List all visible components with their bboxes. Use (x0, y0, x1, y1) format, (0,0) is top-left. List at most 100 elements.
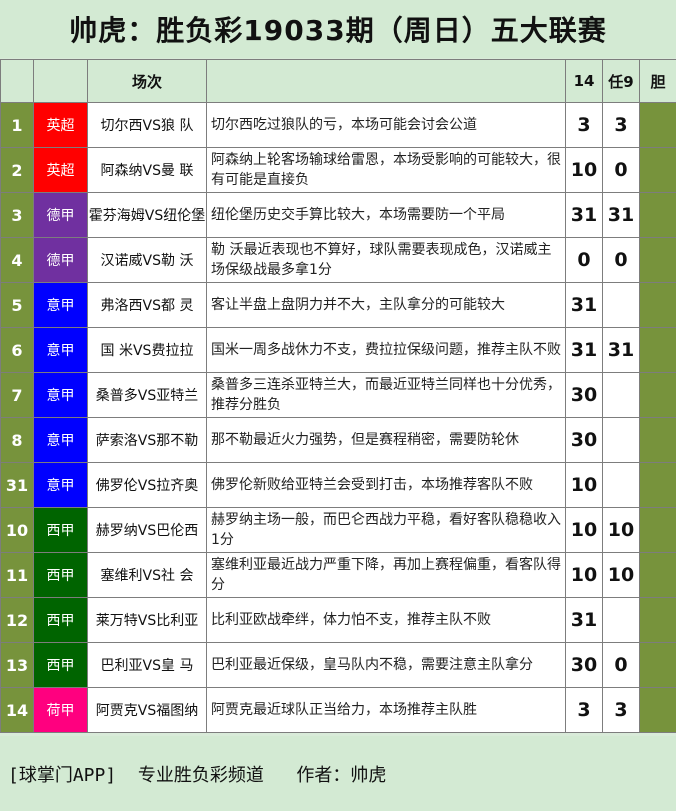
header-comment (206, 59, 566, 103)
pick-r9 (602, 372, 640, 418)
row-number: 12 (0, 597, 34, 643)
match-name: 塞维利VS社 会 (87, 552, 207, 598)
prediction-table: 场次 14 任9 胆 1 英超 切尔西VS狼 队切尔西吃过狼队的亏，本场可能会讨会公… (0, 59, 676, 733)
league-badge: 意甲 (33, 282, 88, 328)
row-number: 13 (0, 642, 34, 688)
table-row: 6 意甲国 米VS费拉拉 国米一周多战休力不支，费拉拉保级问题，推荐主队不败 31 31 (0, 327, 676, 373)
pick-14: 31 (565, 597, 603, 643)
pick-dan (639, 507, 676, 553)
match-comment: 那不勒最近火力强势，但是赛程稍密，需要防轮休 (206, 417, 566, 463)
pick-14: 30 (565, 642, 603, 688)
match-comment: 国米一周多战休力不支，费拉拉保级问题，推荐主队不败 (206, 327, 566, 373)
table-row: 3 德甲 霍芬海姆VS纽伦堡 纽伦堡历史交手算比较大，本场需要防一个平局 31 31 (0, 192, 676, 238)
pick-r9 (602, 417, 640, 463)
header-14: 14 (565, 59, 603, 103)
match-comment: 塞维利亚最近战力严重下降，再加上赛程偏重，看客队得分 (206, 552, 566, 598)
match-name: 巴利亚VS皇 马 (87, 642, 207, 688)
table-row: 7 意甲 桑普多VS亚特兰 桑普多三连杀亚特兰大，而最近亚特兰同样也十分优秀，推荐分胜… (0, 372, 676, 418)
match-name: 赫罗纳VS巴伦西 (87, 507, 207, 553)
match-comment: 客让半盘上盘阴力并不大，主队拿分的可能较大 (206, 282, 566, 328)
match-name: 霍芬海姆VS纽伦堡 (87, 192, 207, 238)
match-comment: 巴利亚最近保级，皇马队内不稳，需要注意主队拿分 (206, 642, 566, 688)
row-number: 3 (0, 192, 34, 238)
pick-r9: 31 (602, 192, 640, 238)
pick-r9: 3 (602, 687, 640, 733)
row-number: 6 (0, 327, 34, 373)
league-badge: 西甲 (33, 552, 88, 598)
row-number: 10 (0, 507, 34, 553)
pick-14: 0 (565, 237, 603, 283)
row-number: 14 (0, 687, 34, 733)
pick-14: 10 (565, 462, 603, 508)
league-badge: 英超 (33, 147, 88, 193)
match-comment: 桑普多三连杀亚特兰大，而最近亚特兰同样也十分优秀，推荐分胜负 (206, 372, 566, 418)
table-row: 13 西甲 巴利亚VS皇 马巴利亚最近保级，皇马队内不稳，需要注意主队拿分 30 0 (0, 642, 676, 688)
page-title: 帅虎：胜负彩19033期（周日）五大联赛 (0, 0, 676, 58)
pick-r9: 0 (602, 147, 640, 193)
header-num (0, 59, 34, 103)
header-match: 场次 (87, 59, 207, 103)
match-name: 汉诺威VS勒 沃 (87, 237, 207, 283)
pick-14: 3 (565, 687, 603, 733)
match-comment: 阿贾克最近球队正当给力，本场推荐主队胜 (206, 687, 566, 733)
header-dan: 胆 (639, 59, 676, 103)
pick-dan (639, 102, 676, 148)
table-row: 12 西甲 莱万特VS比利亚 比利亚欧战牵绊，体力怕不支，推荐主队不败 31 (0, 597, 676, 643)
match-comment: 阿森纳上轮客场输球给雷恩，本场受影响的可能较大，很有可能是直接负 (206, 147, 566, 193)
table-row: 14 荷甲 阿贾克VS福图纳 阿贾克最近球队正当给力，本场推荐主队胜 3 3 (0, 687, 676, 733)
table-row: 10 西甲 赫罗纳VS巴伦西 赫罗纳主场一般，而巴仑西战力平稳，看好客队稳稳收入1分 1… (0, 507, 676, 553)
row-number: 4 (0, 237, 34, 283)
pick-14: 31 (565, 327, 603, 373)
table-row: 8 意甲 萨索洛VS那不勒 那不勒最近火力强势，但是赛程稍密，需要防轮休 30 (0, 417, 676, 463)
pick-dan (639, 597, 676, 643)
match-name: 萨索洛VS那不勒 (87, 417, 207, 463)
table-row: 1 英超 切尔西VS狼 队切尔西吃过狼队的亏，本场可能会讨会公道 3 3 (0, 102, 676, 148)
pick-14: 10 (565, 507, 603, 553)
pick-r9: 10 (602, 552, 640, 598)
match-comment: 佛罗伦新败给亚特兰会受到打击，本场推荐客队不败 (206, 462, 566, 508)
league-badge: 德甲 (33, 192, 88, 238)
pick-14: 31 (565, 282, 603, 328)
league-badge: 荷甲 (33, 687, 88, 733)
pick-14: 31 (565, 192, 603, 238)
pick-14: 30 (565, 372, 603, 418)
pick-dan (639, 147, 676, 193)
header-row: 场次 14 任9 胆 (0, 59, 676, 103)
pick-14: 30 (565, 417, 603, 463)
pick-r9: 10 (602, 507, 640, 553)
pick-dan (639, 417, 676, 463)
table-row: 5 意甲 弗洛西VS都 灵客让半盘上盘阴力并不大，主队拿分的可能较大 31 (0, 282, 676, 328)
match-comment: 比利亚欧战牵绊，体力怕不支，推荐主队不败 (206, 597, 566, 643)
row-number: 1 (0, 102, 34, 148)
row-number: 31 (0, 462, 34, 508)
pick-dan (639, 192, 676, 238)
pick-r9 (602, 282, 640, 328)
pick-r9: 3 (602, 102, 640, 148)
pick-dan (639, 372, 676, 418)
row-number: 11 (0, 552, 34, 598)
row-number: 2 (0, 147, 34, 193)
match-name: 国 米VS费拉拉 (87, 327, 207, 373)
pick-dan (639, 642, 676, 688)
match-comment: 切尔西吃过狼队的亏，本场可能会讨会公道 (206, 102, 566, 148)
table-row: 2 英超 阿森纳VS曼 联阿森纳上轮客场输球给雷恩，本场受影响的可能较大，很有可能是… (0, 147, 676, 193)
match-comment: 赫罗纳主场一般，而巴仑西战力平稳，看好客队稳稳收入1分 (206, 507, 566, 553)
league-badge: 意甲 (33, 327, 88, 373)
pick-dan (639, 237, 676, 283)
pick-r9 (602, 462, 640, 508)
row-number: 7 (0, 372, 34, 418)
match-name: 阿贾克VS福图纳 (87, 687, 207, 733)
row-number: 8 (0, 417, 34, 463)
header-league (33, 59, 88, 103)
pick-14: 10 (565, 552, 603, 598)
pick-r9: 0 (602, 237, 640, 283)
league-badge: 西甲 (33, 507, 88, 553)
league-badge: 意甲 (33, 462, 88, 508)
table-row: 31 意甲 佛罗伦VS拉齐奥 佛罗伦新败给亚特兰会受到打击，本场推荐客队不败 10 (0, 462, 676, 508)
match-comment: 勒 沃最近表现也不算好，球队需要表现成色，汉诺威主场保级战最多拿1分 (206, 237, 566, 283)
row-number: 5 (0, 282, 34, 328)
match-name: 佛罗伦VS拉齐奥 (87, 462, 207, 508)
header-r9: 任9 (602, 59, 640, 103)
match-name: 桑普多VS亚特兰 (87, 372, 207, 418)
league-badge: 西甲 (33, 597, 88, 643)
